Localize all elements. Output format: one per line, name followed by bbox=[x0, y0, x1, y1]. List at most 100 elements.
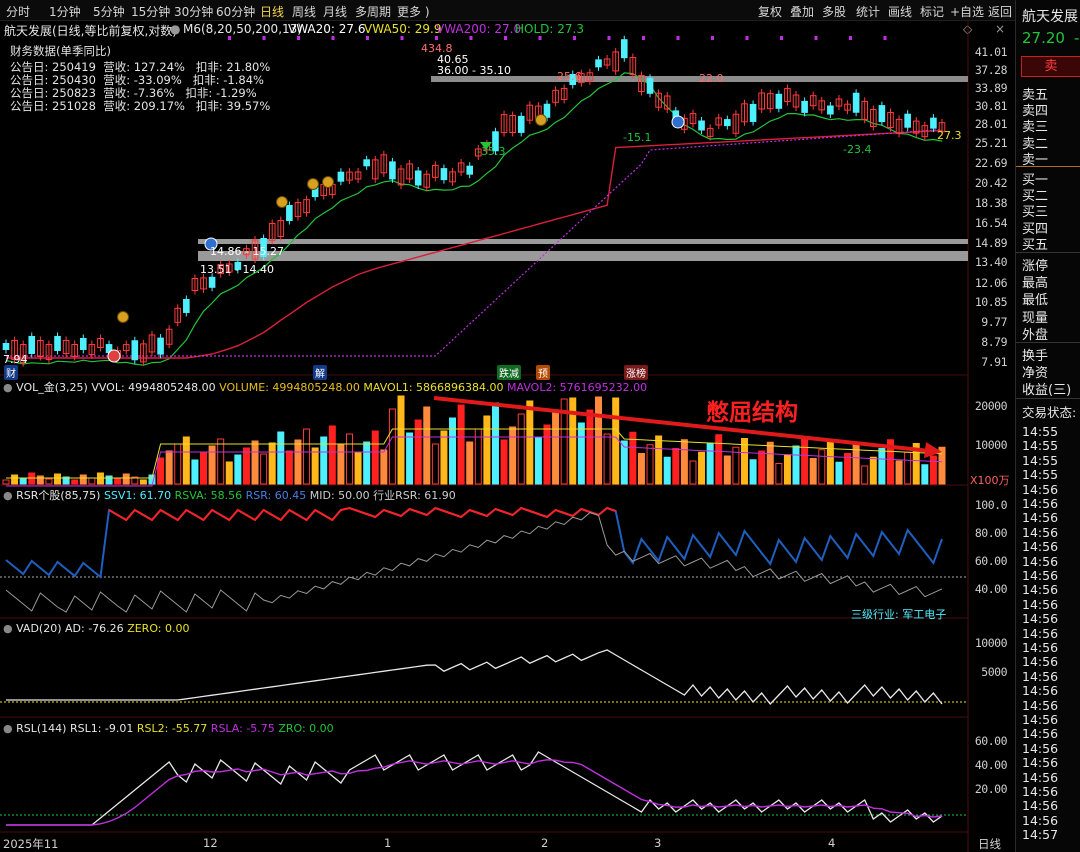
event-badge[interactable]: 跌减 bbox=[497, 365, 521, 380]
volume-bar bbox=[637, 453, 645, 485]
event-badge[interactable]: 解 bbox=[313, 365, 327, 380]
marker-dot bbox=[676, 36, 680, 40]
volume-bar bbox=[869, 456, 877, 485]
tick-time: 14:56 bbox=[1022, 668, 1059, 684]
tick-time: 14:56 bbox=[1022, 625, 1059, 641]
volume-bar bbox=[500, 439, 508, 485]
tick-time: 14:56 bbox=[1022, 481, 1059, 497]
candle-body bbox=[337, 171, 345, 182]
marker-dot bbox=[780, 36, 783, 40]
tick-time: 14:56 bbox=[1022, 582, 1059, 598]
volume-bar bbox=[534, 437, 542, 485]
period-indicator[interactable]: 日线 bbox=[978, 836, 1001, 852]
volume-bar bbox=[509, 426, 517, 485]
mavol2-value: MAVOL2: 5761695232.00 bbox=[507, 381, 648, 394]
volume-bar bbox=[740, 438, 748, 485]
rsr-title: ● RSR个股(85,75) SSV1: 61.70 RSVA: 58.56 R… bbox=[3, 487, 456, 503]
volume-bar bbox=[242, 447, 250, 485]
volume-bar bbox=[79, 474, 87, 485]
price-axis-label: 20.42 bbox=[974, 176, 1008, 190]
rsla-value: RSLA: -5.75 bbox=[210, 722, 275, 735]
volume-bar bbox=[577, 422, 585, 485]
volume-bar bbox=[826, 440, 834, 485]
marker-dot bbox=[642, 36, 645, 40]
candle-body bbox=[466, 165, 474, 175]
candle-body bbox=[440, 168, 448, 181]
n-23-label: -23.4 bbox=[843, 143, 872, 156]
volume-bar bbox=[294, 439, 302, 485]
volume-bar bbox=[337, 444, 345, 485]
volume-bar bbox=[689, 460, 697, 485]
tick-time: 14:56 bbox=[1022, 712, 1059, 727]
volume-bar bbox=[200, 452, 208, 485]
event-badge[interactable]: 财 bbox=[4, 365, 18, 380]
tick-time: 14:56 bbox=[1022, 740, 1059, 756]
price-change: -0 bbox=[1074, 29, 1080, 47]
industry-label: 三级行业: 军工电子 bbox=[851, 608, 947, 621]
marker-dot bbox=[538, 36, 542, 40]
volume-bar bbox=[612, 397, 620, 485]
tick-time: 14:55 bbox=[1022, 467, 1059, 483]
volume-bar bbox=[406, 432, 414, 485]
price-axis-label: 12.06 bbox=[974, 276, 1008, 290]
volume-bar bbox=[345, 433, 353, 485]
collapse-icon[interactable]: ● bbox=[3, 622, 13, 635]
volume-bar bbox=[380, 449, 388, 485]
price-axis-label: 41.01 bbox=[974, 45, 1008, 59]
divider bbox=[1016, 398, 1080, 399]
vol-title-text: VOL_金(3,25) bbox=[16, 381, 88, 394]
volume-bar bbox=[517, 413, 525, 485]
volume-bar bbox=[818, 449, 826, 485]
n-15-label: -15.1 bbox=[623, 131, 652, 144]
collapse-icon[interactable]: ● bbox=[3, 381, 13, 394]
marker-dot bbox=[883, 36, 887, 40]
price-axis-label: 25.21 bbox=[974, 136, 1008, 150]
rsl2-value: RSL2: -55.77 bbox=[136, 722, 208, 735]
vad-axis: 10000 bbox=[974, 636, 1008, 650]
candle-body bbox=[131, 340, 139, 361]
volume-bar bbox=[36, 475, 44, 485]
volume-bar bbox=[45, 478, 53, 485]
tick-time: 14:56 bbox=[1022, 496, 1059, 511]
marker-dot bbox=[366, 36, 369, 40]
rsr-axis: 40.00 bbox=[974, 582, 1008, 596]
rsl1-line bbox=[6, 751, 943, 826]
marker-dot bbox=[745, 36, 749, 40]
candle-body bbox=[543, 103, 551, 118]
orderbook-divider bbox=[1016, 166, 1080, 167]
volume-bar bbox=[852, 444, 860, 485]
sell-button[interactable]: 卖 bbox=[1021, 56, 1080, 77]
tick-time: 14:55 bbox=[1022, 452, 1059, 468]
rsl-axis: 40.00 bbox=[974, 758, 1008, 772]
tick-time: 14:57 bbox=[1022, 827, 1059, 843]
current-price: 27.20 bbox=[1022, 29, 1065, 47]
collapse-icon[interactable]: ● bbox=[3, 489, 13, 502]
volume-bar bbox=[904, 451, 912, 485]
collapse-icon[interactable]: ● bbox=[3, 722, 13, 735]
volume-bar bbox=[371, 430, 379, 485]
range-band bbox=[198, 239, 968, 244]
ma-green-line bbox=[5, 72, 943, 366]
volume-bar bbox=[431, 443, 439, 485]
volume-bar bbox=[354, 452, 362, 485]
divider bbox=[1016, 342, 1080, 343]
volume-bar bbox=[552, 411, 560, 485]
marker-dot bbox=[297, 36, 300, 40]
volume-bar bbox=[303, 428, 311, 485]
volume-bar bbox=[191, 459, 199, 485]
candle-body bbox=[363, 159, 370, 167]
candle-body bbox=[775, 93, 783, 109]
candle-body bbox=[2, 343, 10, 350]
candle-body bbox=[878, 105, 886, 123]
x-axis-label: 3 bbox=[654, 836, 662, 850]
x-axis-label: 4 bbox=[828, 836, 836, 850]
volume-bar bbox=[440, 430, 448, 485]
price-axis-label: 7.91 bbox=[981, 355, 1007, 369]
tick-time: 14:56 bbox=[1022, 524, 1059, 540]
price-axis-label: 33.89 bbox=[974, 81, 1008, 95]
event-badge[interactable]: 涨榜 bbox=[624, 365, 648, 380]
event-badge[interactable]: 预 bbox=[536, 365, 550, 380]
x-axis-label: 12 bbox=[203, 836, 218, 850]
volume-bar bbox=[397, 395, 405, 485]
volume-bar bbox=[234, 454, 242, 485]
